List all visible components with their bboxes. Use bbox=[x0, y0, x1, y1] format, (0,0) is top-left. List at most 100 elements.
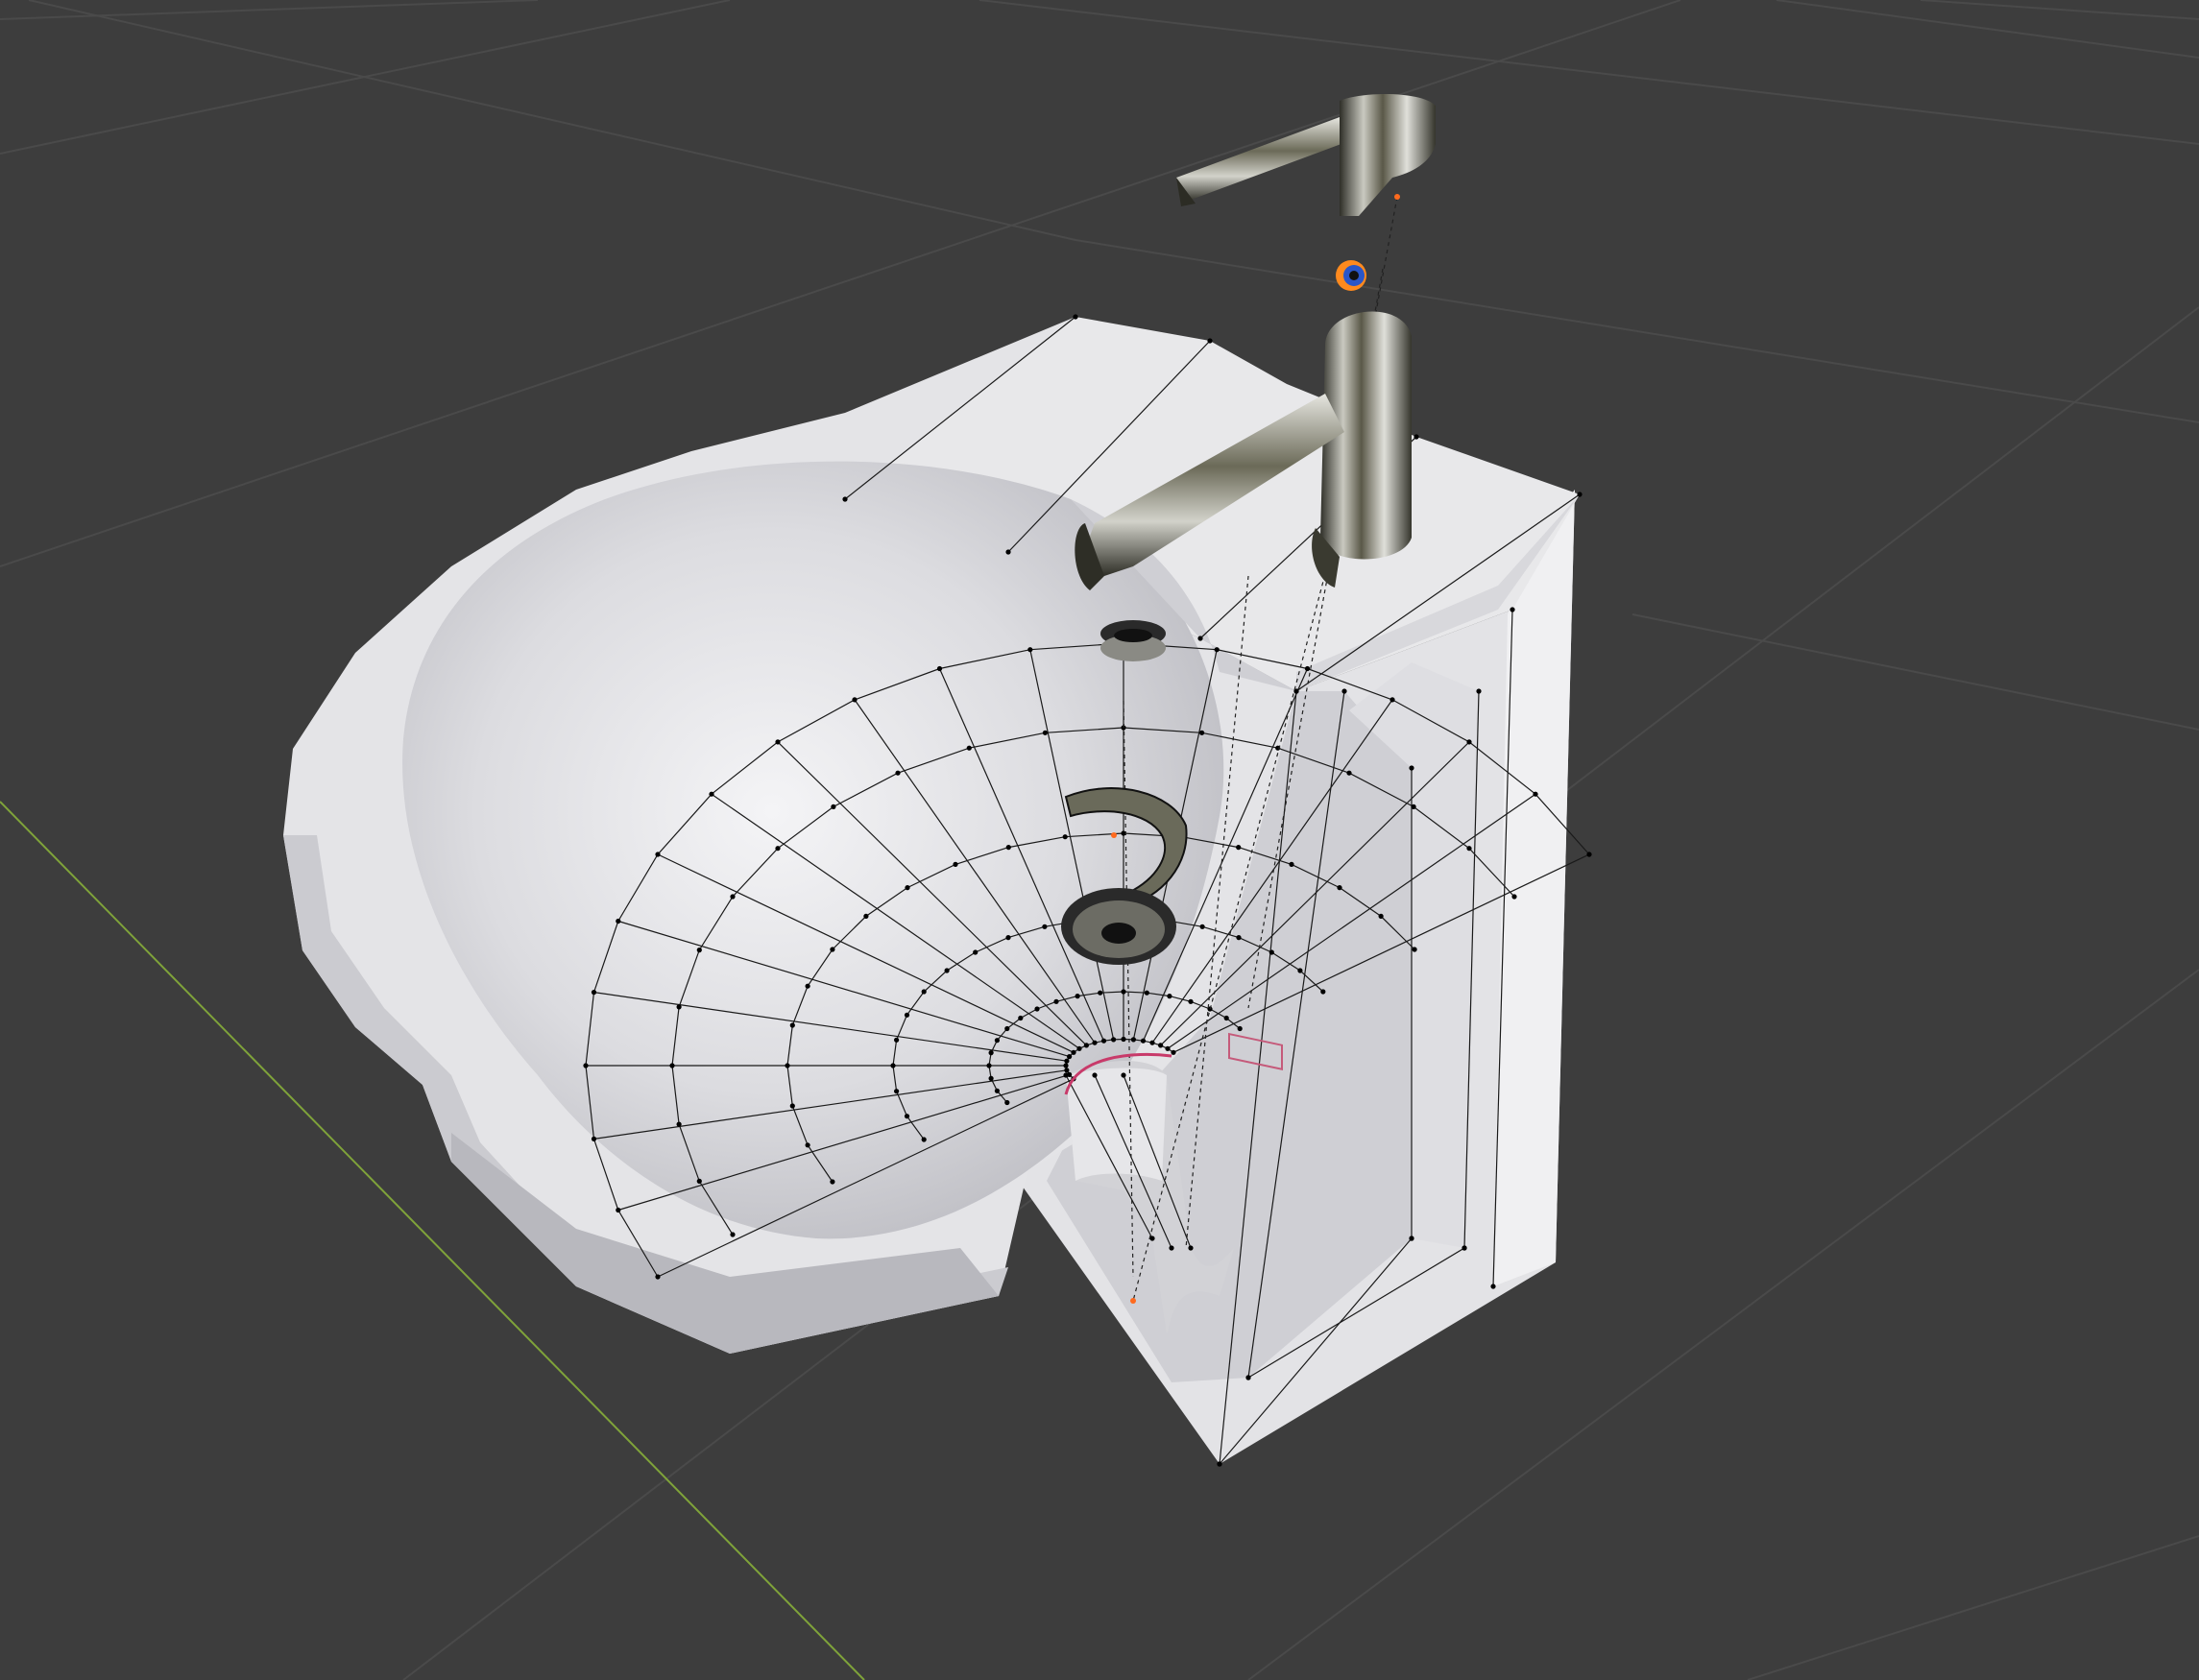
mesh-vertex bbox=[1083, 1043, 1089, 1048]
mesh-vertex bbox=[1337, 885, 1342, 891]
mesh-vertex bbox=[1197, 636, 1203, 641]
mesh-vertex bbox=[655, 852, 661, 857]
aerator[interactable] bbox=[1100, 620, 1166, 661]
mesh-vertex bbox=[994, 1088, 1000, 1093]
mesh-vertex bbox=[1171, 1049, 1176, 1055]
mesh-vertex bbox=[730, 894, 736, 900]
mesh-vertex bbox=[1320, 989, 1326, 995]
mesh-vertex bbox=[1100, 1038, 1107, 1044]
faucet-body[interactable] bbox=[1312, 311, 1412, 588]
mesh-vertex bbox=[669, 1063, 675, 1068]
mesh-vertex bbox=[789, 1022, 795, 1028]
mesh-vertex bbox=[1149, 1040, 1155, 1045]
mesh-vertex bbox=[1121, 1036, 1126, 1043]
mesh-vertex bbox=[1245, 1375, 1251, 1380]
mesh-scene[interactable] bbox=[0, 0, 2199, 1680]
mesh-vertex bbox=[785, 1063, 790, 1068]
mesh-vertex bbox=[1236, 845, 1242, 851]
mesh-vertex bbox=[1476, 688, 1482, 694]
origin-point-3 bbox=[1111, 832, 1117, 838]
mesh-vertex bbox=[1053, 998, 1059, 1004]
mesh-vertex bbox=[1378, 913, 1384, 920]
mesh-vertex bbox=[831, 804, 836, 810]
mesh-vertex bbox=[1130, 1037, 1136, 1043]
mesh-vertex bbox=[1121, 989, 1126, 995]
mesh-vertex bbox=[1111, 1037, 1117, 1043]
mesh-vertex bbox=[988, 1075, 994, 1081]
mesh-vertex bbox=[1092, 1072, 1098, 1078]
mesh-vertex bbox=[696, 1178, 702, 1184]
mesh-vertex bbox=[591, 990, 597, 996]
grid-line bbox=[1920, 0, 2199, 20]
mesh-vertex bbox=[1169, 1245, 1174, 1251]
mesh-vertex bbox=[1466, 846, 1472, 852]
mesh-vertex bbox=[1062, 834, 1068, 840]
mesh-vertex bbox=[1409, 765, 1414, 771]
mesh-vertex bbox=[1411, 804, 1416, 810]
mesh-vertex bbox=[1207, 338, 1213, 344]
cartridge[interactable] bbox=[1336, 260, 1366, 291]
mesh-vertex bbox=[1067, 1054, 1073, 1060]
mesh-vertex bbox=[805, 1142, 810, 1148]
mesh-vertex bbox=[1063, 1072, 1069, 1078]
mesh-vertex bbox=[1188, 998, 1194, 1004]
grid-line bbox=[1747, 1535, 2199, 1680]
drain-strainer[interactable] bbox=[1061, 888, 1176, 965]
mesh-vertex bbox=[921, 989, 927, 995]
mesh-vertex bbox=[1304, 665, 1311, 672]
mesh-vertex bbox=[1092, 1040, 1098, 1045]
mesh-vertex bbox=[986, 1063, 992, 1068]
mesh-vertex bbox=[775, 739, 781, 745]
mesh-vertex bbox=[1341, 688, 1347, 694]
mesh-vertex bbox=[1004, 1099, 1010, 1106]
mesh-vertex bbox=[973, 949, 979, 955]
mesh-vertex bbox=[1389, 697, 1395, 703]
mesh-vertex bbox=[1289, 861, 1294, 868]
origin-point-2 bbox=[1130, 1298, 1136, 1304]
mesh-vertex bbox=[1409, 1236, 1414, 1241]
grid-line bbox=[0, 0, 539, 20]
mesh-vertex bbox=[1005, 845, 1011, 851]
mesh-vertex bbox=[1075, 994, 1080, 999]
mesh-vertex bbox=[1063, 1063, 1069, 1068]
mesh-vertex bbox=[1414, 434, 1419, 440]
mesh-vertex bbox=[1073, 314, 1078, 320]
mesh-vertex bbox=[1064, 1068, 1070, 1073]
origin-point-1 bbox=[1394, 194, 1400, 200]
mesh-vertex bbox=[1199, 730, 1205, 735]
mesh-vertex bbox=[904, 1114, 910, 1119]
mesh-vertex bbox=[1098, 990, 1103, 996]
mesh-vertex bbox=[1214, 647, 1220, 653]
mesh-vertex bbox=[591, 1136, 597, 1141]
mesh-vertex bbox=[696, 948, 702, 953]
mesh-vertex bbox=[1165, 1045, 1171, 1051]
mesh-vertex bbox=[905, 885, 910, 891]
mesh-vertex bbox=[904, 1012, 910, 1018]
mesh-vertex bbox=[1533, 791, 1538, 797]
grid-line bbox=[979, 0, 2199, 145]
mesh-vertex bbox=[805, 983, 810, 989]
mesh-vertex bbox=[1188, 1245, 1194, 1251]
mesh-vertex bbox=[655, 1274, 661, 1280]
mesh-vertex bbox=[1511, 894, 1517, 900]
mesh-vertex bbox=[966, 745, 972, 751]
mesh-vertex bbox=[1217, 1461, 1222, 1467]
mesh-vertex bbox=[944, 968, 950, 973]
mesh-vertex bbox=[1140, 1038, 1147, 1044]
mesh-vertex bbox=[1167, 994, 1172, 999]
mesh-vertex bbox=[1071, 1049, 1076, 1055]
mesh-vertex bbox=[830, 947, 835, 952]
mesh-vertex bbox=[1510, 607, 1515, 612]
mesh-vertex bbox=[1027, 647, 1033, 653]
mesh-vertex bbox=[1297, 968, 1303, 973]
mesh-vertex bbox=[953, 861, 958, 868]
mesh-vertex bbox=[1199, 924, 1205, 929]
3d-viewport[interactable] bbox=[0, 0, 2199, 1680]
mesh-vertex bbox=[1462, 1245, 1467, 1251]
mesh-vertex bbox=[616, 918, 621, 924]
mesh-vertex bbox=[676, 1004, 682, 1010]
mesh-vertex bbox=[1042, 730, 1048, 735]
mesh-vertex bbox=[709, 791, 714, 797]
grid-line bbox=[1631, 613, 2199, 731]
mesh-vertex bbox=[1018, 1015, 1024, 1021]
